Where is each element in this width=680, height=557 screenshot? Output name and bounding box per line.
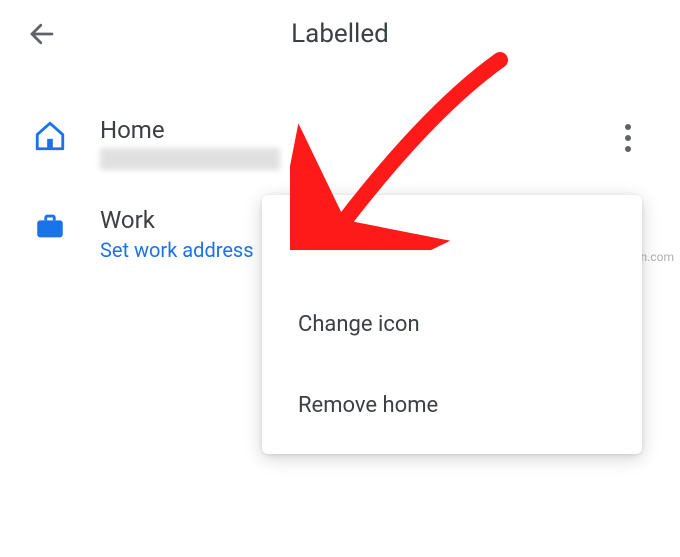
more-vert-icon xyxy=(625,124,631,152)
work-icon xyxy=(30,206,70,246)
more-options-button[interactable] xyxy=(606,116,650,160)
page-title: Labelled xyxy=(20,19,660,49)
list-item-body: Home xyxy=(70,116,606,170)
list-item-home[interactable]: Home xyxy=(20,98,660,188)
context-menu: Edit home Change icon Remove home xyxy=(262,195,642,454)
menu-item-remove-home[interactable]: Remove home xyxy=(262,365,642,446)
header-bar: Labelled xyxy=(0,0,680,68)
home-address-redacted xyxy=(100,148,280,170)
home-icon xyxy=(30,116,70,156)
menu-item-change-icon[interactable]: Change icon xyxy=(262,284,642,365)
list-item-title: Home xyxy=(100,116,606,144)
menu-item-edit-home[interactable]: Edit home xyxy=(262,203,642,284)
